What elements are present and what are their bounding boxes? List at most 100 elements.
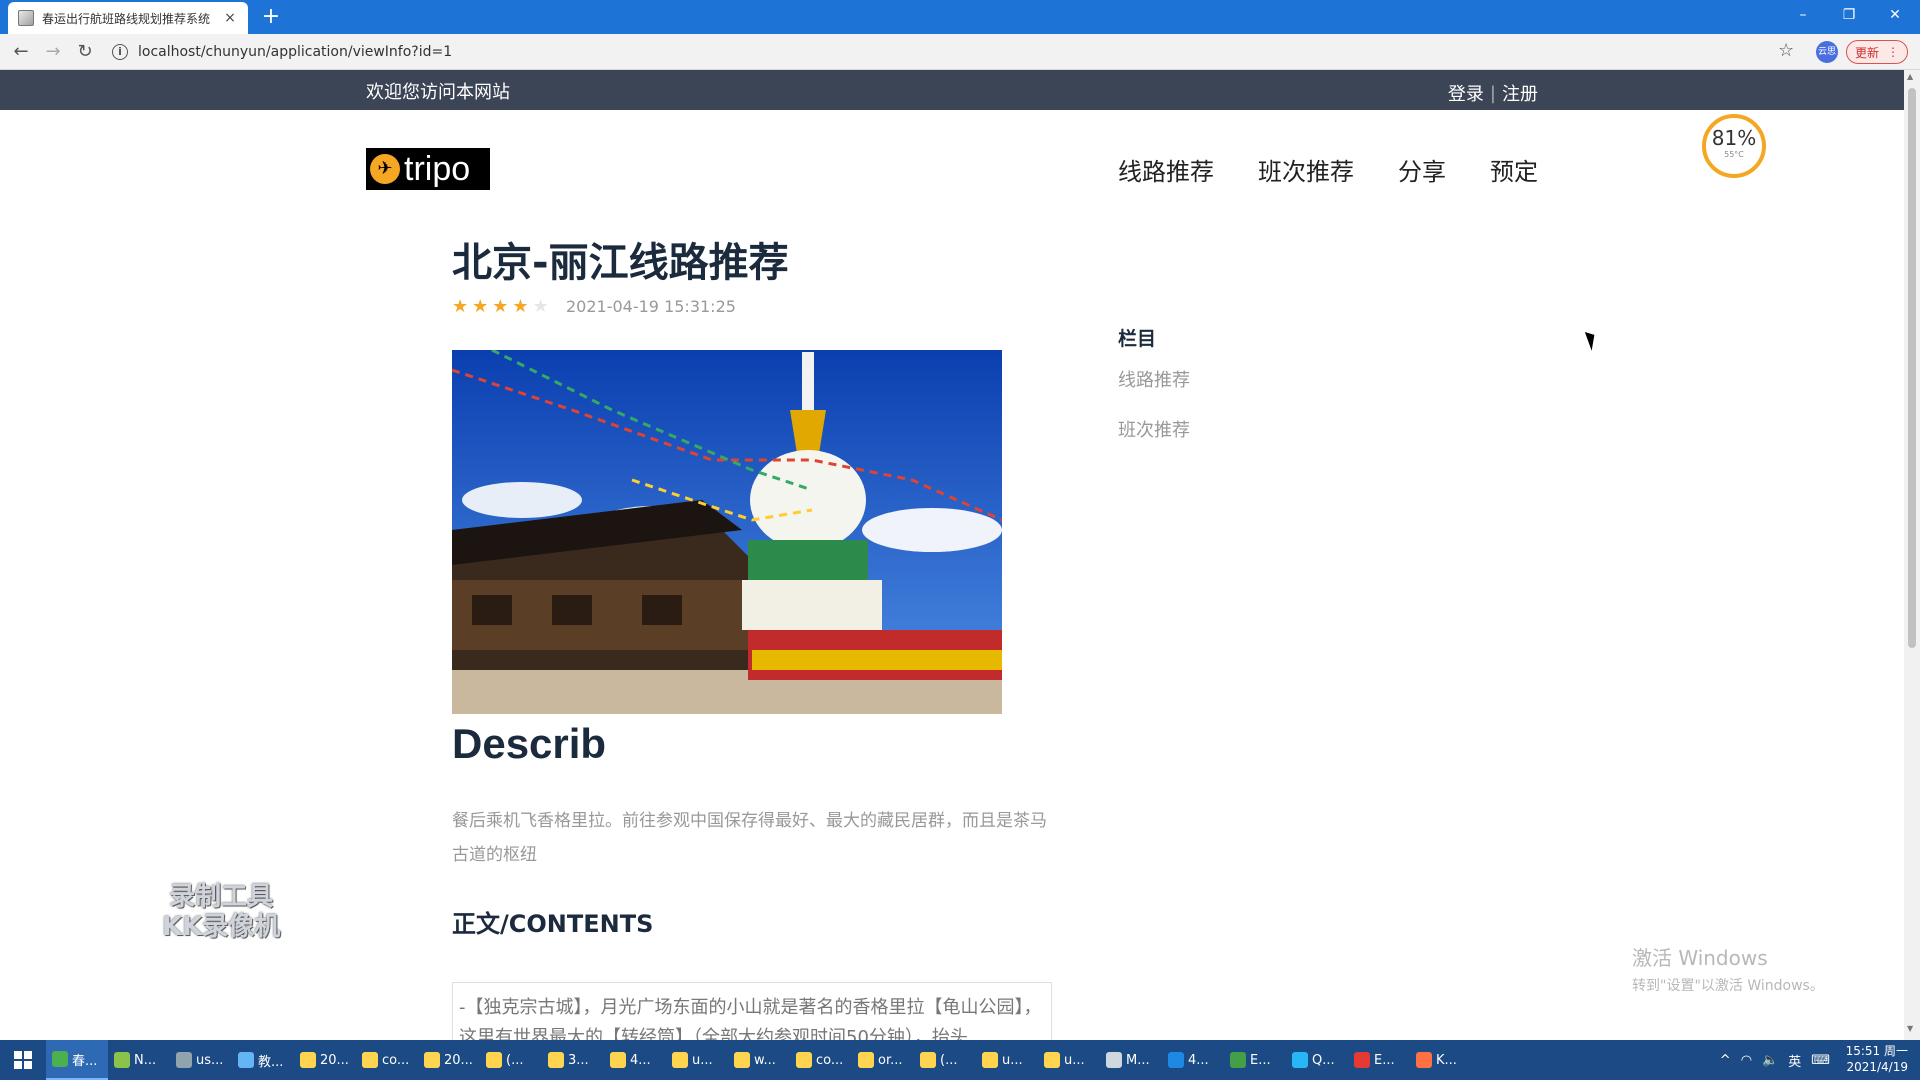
volume-icon[interactable]: 🔈 (1762, 1053, 1778, 1068)
sidebar-link-schedule[interactable]: 班次推荐 (1118, 416, 1190, 442)
forward-icon[interactable]: → (40, 40, 66, 64)
app-icon (920, 1052, 936, 1068)
rating-star-icon: ★ (492, 296, 509, 317)
site-logo[interactable]: ✈ tripo (366, 148, 490, 190)
taskbar-item[interactable]: E... (1348, 1040, 1410, 1080)
clock-date: 2021/4/19 (1846, 1060, 1908, 1074)
profile-avatar[interactable]: 云思 (1816, 41, 1838, 63)
site-top-strip: 欢迎您访问本网站 登录 | 注册 (0, 70, 1904, 110)
app-icon (52, 1051, 68, 1067)
register-link[interactable]: 注册 (1502, 80, 1538, 106)
welcome-text: 欢迎您访问本网站 (366, 82, 510, 103)
taskbar-item[interactable]: 春... (46, 1040, 108, 1080)
stupa-photo-image (452, 350, 1002, 714)
taskbar-item-label: 4... (1188, 1052, 1209, 1068)
perf-temperature: 55°C (1724, 150, 1744, 159)
contents-heading: 正文/CONTENTS (452, 910, 654, 938)
start-button[interactable] (0, 1040, 46, 1080)
windows-taskbar: 春... N... us... 教... 20... co... 20... (... 3...… (0, 1040, 1920, 1080)
taskbar-item-label: or... (878, 1052, 903, 1068)
taskbar-item[interactable]: K... (1410, 1040, 1472, 1080)
taskbar-item[interactable]: w... (728, 1040, 790, 1080)
ime-indicator[interactable]: 英 (1788, 1051, 1801, 1070)
taskbar-item[interactable]: Q... (1286, 1040, 1348, 1080)
taskbar-item-label: 4... (630, 1052, 651, 1068)
main-nav: 线路推荐 班次推荐 分享 预定 (1118, 152, 1538, 187)
nav-route-recommend[interactable]: 线路推荐 (1118, 152, 1214, 187)
auth-links: 登录 | 注册 (1448, 80, 1538, 106)
close-window-button[interactable]: ✕ (1872, 0, 1918, 30)
nav-schedule-recommend[interactable]: 班次推荐 (1258, 152, 1354, 187)
taskbar-item[interactable]: co... (356, 1040, 418, 1080)
taskbar-item[interactable]: u... (1038, 1040, 1100, 1080)
taskbar-item[interactable]: or... (852, 1040, 914, 1080)
tab-title: 春运出行航班路线规划推荐系统 (42, 11, 211, 26)
taskbar-item[interactable]: M... (1100, 1040, 1162, 1080)
taskbar-item[interactable]: u... (976, 1040, 1038, 1080)
taskbar-item-label: 春... (72, 1053, 98, 1069)
app-icon (982, 1052, 998, 1068)
taskbar-item[interactable]: 教... (232, 1040, 294, 1080)
performance-widget[interactable]: 81% 55°C (1702, 114, 1766, 178)
taskbar-clock[interactable]: 15:51 周一 2021/4/19 (1846, 1043, 1908, 1075)
network-icon[interactable]: ◠ (1741, 1053, 1752, 1068)
perf-value: 81% (1711, 126, 1757, 150)
address-bar[interactable]: i localhost/chunyun/application/viewInfo… (112, 39, 1782, 65)
chevron-up-icon[interactable]: ^ (1720, 1053, 1731, 1068)
taskbar-item-label: 教... (258, 1054, 284, 1070)
site-info-icon[interactable]: i (112, 44, 128, 60)
plane-icon: ✈ (370, 154, 400, 184)
taskbar-item[interactable]: (... (914, 1040, 976, 1080)
update-label: 更新 (1854, 45, 1879, 60)
mouse-cursor-icon (1584, 329, 1600, 351)
taskbar-item[interactable]: us... (170, 1040, 232, 1080)
taskbar-item-label: co... (382, 1052, 410, 1068)
tab-close-icon[interactable]: × (222, 10, 238, 26)
taskbar-item[interactable]: co... (790, 1040, 852, 1080)
auth-separator: | (1489, 82, 1496, 104)
nav-share[interactable]: 分享 (1398, 152, 1446, 187)
more-menu-icon: ⋮ (1887, 45, 1899, 59)
taskbar-item-label: N... (134, 1052, 157, 1068)
taskbar-item-label: u... (1002, 1052, 1023, 1068)
new-tab-button[interactable]: + (258, 4, 284, 30)
page-viewport: 欢迎您访问本网站 登录 | 注册 ✈ tripo 线路推荐 班次推荐 分享 预定… (0, 70, 1904, 1040)
browser-tab[interactable]: 春运出行航班路线规划推荐系统 × (8, 2, 248, 34)
bookmark-star-icon[interactable]: ☆ (1778, 40, 1794, 61)
app-icon (114, 1052, 130, 1068)
nav-booking[interactable]: 预定 (1490, 152, 1538, 187)
taskbar-item[interactable]: E... (1224, 1040, 1286, 1080)
update-button[interactable]: 更新 ⋮ (1846, 40, 1908, 64)
app-icon (176, 1052, 192, 1068)
reload-icon[interactable]: ↻ (72, 40, 98, 64)
rating-star-icon: ★ (472, 296, 489, 317)
keyboard-icon[interactable]: ⌨ (1811, 1053, 1830, 1068)
app-icon (1354, 1052, 1370, 1068)
page-scrollbar[interactable]: ▲ ▼ (1904, 70, 1920, 1040)
taskbar-item[interactable]: (... (480, 1040, 542, 1080)
taskbar-items: 春... N... us... 教... 20... co... 20... (... 3...… (46, 1040, 1472, 1080)
minimize-button[interactable]: – (1780, 0, 1826, 30)
taskbar-item[interactable]: u... (666, 1040, 728, 1080)
scroll-thumb[interactable] (1908, 88, 1916, 648)
sidebar-link-route[interactable]: 线路推荐 (1118, 366, 1190, 392)
watermark-line2: KK录像机 (162, 912, 281, 942)
login-link[interactable]: 登录 (1448, 80, 1484, 106)
back-icon[interactable]: ← (8, 40, 34, 64)
taskbar-item[interactable]: 4... (1162, 1040, 1224, 1080)
taskbar-item-label: u... (692, 1052, 713, 1068)
article-title: 北京-丽江线路推荐 (452, 240, 789, 286)
taskbar-item[interactable]: 3... (542, 1040, 604, 1080)
scroll-down-icon[interactable]: ▼ (1907, 1024, 1913, 1033)
taskbar-item[interactable]: 20... (294, 1040, 356, 1080)
activation-title: 激活 Windows (1632, 946, 1768, 970)
contents-body: -【独克宗古城】，月光广场东面的小山就是著名的香格里拉【龟山公园】，这里有世界最… (452, 982, 1052, 1040)
taskbar-item[interactable]: 20... (418, 1040, 480, 1080)
taskbar-item[interactable]: N... (108, 1040, 170, 1080)
app-icon (1106, 1052, 1122, 1068)
url-text[interactable]: localhost/chunyun/application/viewInfo?i… (138, 44, 452, 60)
taskbar-item[interactable]: 4... (604, 1040, 666, 1080)
restore-button[interactable]: ❐ (1826, 0, 1872, 30)
app-icon (858, 1052, 874, 1068)
scroll-up-icon[interactable]: ▲ (1907, 72, 1913, 81)
